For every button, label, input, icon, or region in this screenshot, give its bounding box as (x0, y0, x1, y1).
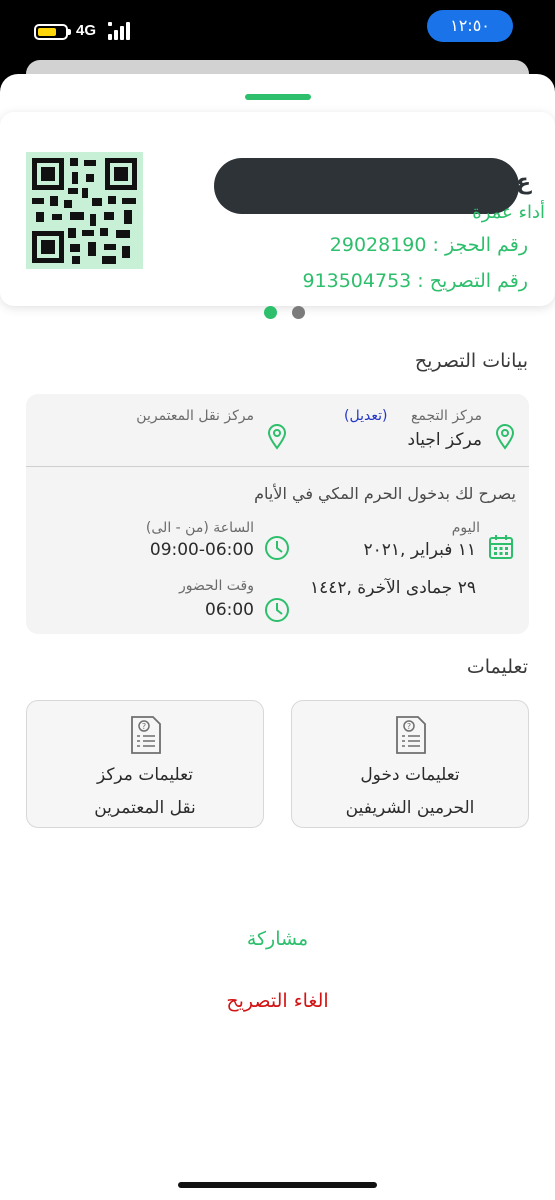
status-time[interactable]: ١٢:٥٠ (427, 10, 513, 42)
location-pin-icon (267, 424, 287, 450)
home-indicator[interactable] (178, 1182, 377, 1188)
haramain-instructions-tile[interactable]: ? تعليمات دخول الحرمين الشريفين (291, 700, 529, 828)
qr-code (26, 152, 143, 269)
tile-title: تعليمات مركز (96, 765, 194, 785)
status-bar: 4G ١٢:٥٠ (0, 0, 555, 64)
sheet-grabber[interactable] (245, 94, 311, 100)
cancel-permit-button[interactable]: الغاء التصريح (0, 990, 555, 1012)
day-label: اليوم (451, 520, 480, 536)
svg-text:?: ? (407, 722, 411, 731)
network-label: 4G (76, 22, 97, 39)
tile-subtitle: الحرمين الشريفين (345, 798, 475, 818)
hours-value: 09:00-06:00 (149, 540, 254, 560)
page-dot-active[interactable] (264, 306, 277, 319)
page-dot[interactable] (292, 306, 305, 319)
permit-holder-name: ع (516, 170, 532, 195)
attendance-label: وقت الحضور (179, 578, 254, 594)
transport-instructions-tile[interactable]: ? تعليمات مركز نقل المعتمرين (26, 700, 264, 828)
battery-cap (68, 29, 71, 35)
location-pin-icon (495, 424, 515, 450)
booking-number: رقم الحجز : 29028190 (329, 234, 528, 256)
hijri-date-value: ٢٩ جمادى الآخرة ,١٤٤٢ (309, 578, 476, 598)
document-question-icon: ? (396, 716, 426, 754)
gathering-center-value: مركز اجياد (407, 430, 482, 450)
calendar-icon (489, 535, 513, 559)
hours-label: الساعة (من - الى) (145, 520, 254, 536)
permit-sheet: ع أداء عمرة رقم الحجز : 29028190 رقم الت… (0, 74, 555, 1200)
details-divider (26, 466, 529, 467)
day-value: ١١ فبراير ,٢٠٢١ (363, 540, 476, 560)
permit-type: أداء عمرة (472, 202, 545, 223)
battery-icon (34, 24, 68, 40)
permit-card[interactable]: ع أداء عمرة رقم الحجز : 29028190 رقم الت… (0, 112, 555, 306)
document-question-icon: ? (131, 716, 161, 754)
details-section-title: بيانات التصريح (414, 350, 528, 372)
clock-icon (265, 536, 289, 560)
tile-title: تعليمات دخول (360, 765, 460, 785)
clock-icon (265, 598, 289, 622)
permission-text: يصرح لك بدخول الحرم المكي في الأيام (254, 484, 516, 503)
tile-subtitle: نقل المعتمرين (94, 798, 196, 818)
permit-number: رقم التصريح : 913504753 (302, 270, 528, 292)
permit-details-box: مركز التجمع (تعديل) مركز اجياد مركز نقل … (26, 394, 529, 634)
signal-icon (108, 22, 134, 42)
svg-text:?: ? (142, 722, 146, 731)
gathering-center-label: مركز التجمع (410, 408, 482, 424)
share-button[interactable]: مشاركة (0, 928, 555, 950)
edit-gathering-link[interactable]: (تعديل) (344, 408, 387, 424)
instructions-section-title: تعليمات (466, 656, 528, 678)
transport-center-label: مركز نقل المعتمرين (136, 408, 254, 424)
attendance-value: 06:00 (205, 600, 254, 620)
